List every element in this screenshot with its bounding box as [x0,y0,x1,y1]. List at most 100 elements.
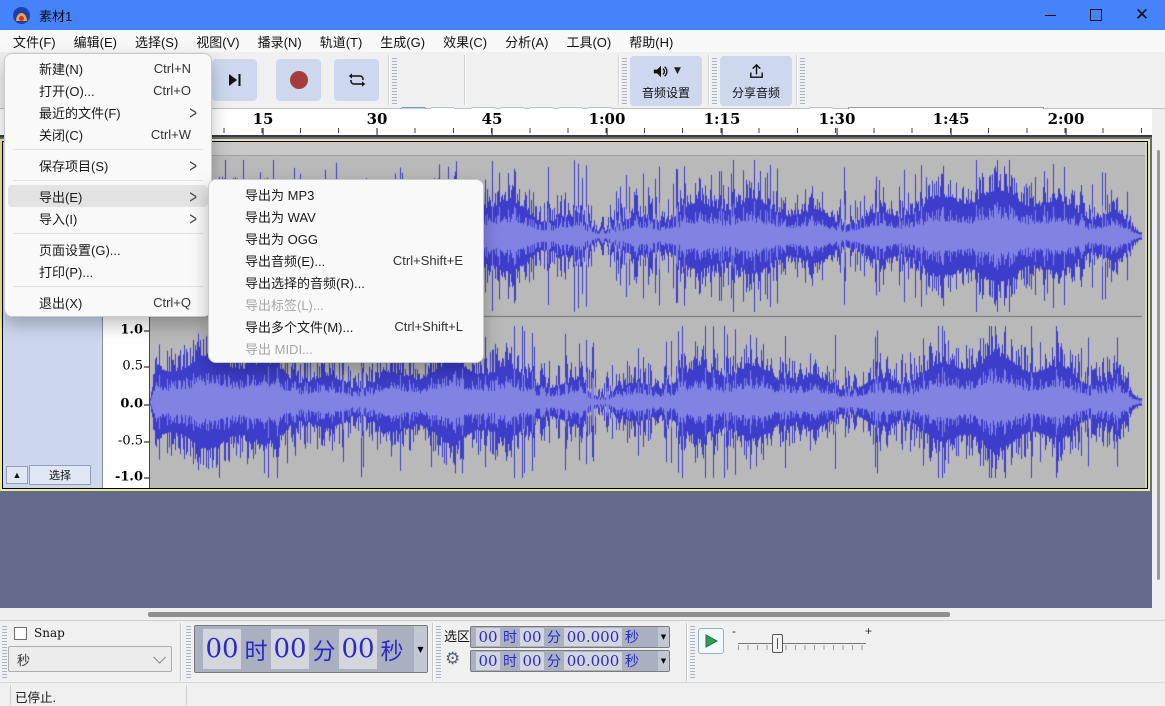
menu-effect[interactable]: 效果(C) [434,30,496,53]
speed-grabber[interactable] [690,626,695,678]
scale-label: 1.0 [120,323,143,338]
sel-end-seconds[interactable]: 00.000 [564,652,622,670]
timeline-tick-label: 1:30 [819,111,856,128]
menu-item-open[interactable]: 打开(O)...Ctrl+O [5,79,211,101]
audio-setup-button[interactable]: ▼ 音频设置 [630,56,702,106]
share-audio-label: 分享音频 [732,84,780,101]
menu-item-print[interactable]: 打印(P)... [5,260,211,282]
menu-item-new[interactable]: 新建(N)Ctrl+N [5,57,211,79]
menu-item-export-multiple[interactable]: 导出多个文件(M)...Ctrl+Shift+L [209,315,483,337]
sel-end-hours-unit: 时 [500,651,520,671]
menu-item-export-audio[interactable]: 导出音频(E)...Ctrl+Shift+E [209,249,483,271]
menu-item-exit[interactable]: 退出(X)Ctrl+Q [5,291,211,313]
menu-item-save-project[interactable]: 保存项目(S)> [5,154,211,176]
menu-bar: 文件(F) 编辑(E) 选择(S) 视图(V) 播录(N) 轨道(T) 生成(G… [0,30,1165,52]
menu-item-export-selected-audio[interactable]: 导出选择的音频(R)... [209,271,483,293]
play-at-speed-button[interactable] [698,628,724,654]
sel-end-minutes[interactable]: 00 [520,652,544,670]
sel-start-hours-unit: 时 [500,627,520,647]
sel-end-seconds-unit: 秒 [622,651,642,671]
play-at-speed-icon [704,634,718,648]
horizontal-scrollbar-thumb[interactable] [148,612,950,617]
menu-separator [13,233,203,234]
submenu-arrow-icon: > [189,155,199,176]
sel-start-hours[interactable]: 00 [476,628,500,646]
toolbar-separator [796,55,797,105]
menu-file[interactable]: 文件(F) [4,30,65,53]
close-button[interactable]: ✕ [1119,0,1165,30]
meter-grabber[interactable] [800,58,805,104]
window-title: 素材1 [39,6,72,25]
loop-icon [346,69,368,91]
clip-header[interactable] [150,142,1145,156]
sel-start-seconds[interactable]: 00.000 [564,628,622,646]
selection-grabber[interactable] [436,626,441,678]
scale-label: 0.0 [120,397,143,412]
share-audio-button[interactable]: 分享音频 [720,56,792,106]
horizontal-scrollbar[interactable] [0,608,1152,620]
selection-start-time[interactable]: 00 时 00 分 00.000 秒 ▼ [470,626,670,648]
menu-analyze[interactable]: 分析(A) [496,30,557,53]
title-bar: 素材1 ✕ [0,0,1165,30]
snap-mode-dropdown[interactable]: 秒 [8,646,172,672]
selection-settings-gear-icon[interactable]: ⚙ [445,649,460,669]
sel-start-minutes[interactable]: 00 [520,628,544,646]
selection-end-time[interactable]: 00 时 00 分 00.000 秒 ▼ [470,650,670,672]
close-icon: ✕ [1135,7,1149,24]
audio-setup-grabber[interactable] [622,58,627,104]
time-grabber[interactable] [186,626,191,678]
time-format-dropdown[interactable]: ▼ [414,626,427,672]
scale-label: -0.5 [118,434,143,449]
status-separator [10,685,11,705]
timeline-tick-label: 1:00 [589,111,626,128]
sel-end-minutes-unit: 分 [544,651,564,671]
bottom-separator [432,623,433,681]
menu-item-page-setup[interactable]: 页面设置(G)... [5,238,211,260]
menu-item-export-ogg[interactable]: 导出为 OGG [209,227,483,249]
file-menu-dropdown: 新建(N)Ctrl+N 打开(O)...Ctrl+O 最近的文件(F)> 关闭(… [4,53,212,317]
menu-tracks[interactable]: 轨道(T) [311,30,372,53]
time-seconds[interactable]: 00 [339,629,377,669]
snap-grabber[interactable] [2,626,7,678]
snap-checkbox[interactable] [14,627,27,640]
menu-transport[interactable]: 播录(N) [249,30,311,53]
vertical-scrollbar[interactable] [1152,109,1165,620]
tools-grabber[interactable] [392,58,397,104]
sel-end-format-dropdown[interactable]: ▼ [658,651,669,671]
time-minutes[interactable]: 00 [271,629,309,669]
menu-item-export[interactable]: 导出(E)> [8,185,208,207]
track-select-button[interactable]: 选择 [29,465,91,485]
loop-button[interactable] [334,59,379,101]
menu-item-export-wav[interactable]: 导出为 WAV [209,205,483,227]
menu-tools[interactable]: 工具(O) [557,30,620,53]
sel-start-format-dropdown[interactable]: ▼ [658,627,669,647]
vertical-scrollbar-thumb[interactable] [1157,150,1160,580]
skip-to-end-button[interactable] [212,59,257,101]
audio-position-time[interactable]: 00 时 00 分 00 秒 ▼ [194,625,428,673]
minimize-button[interactable] [1027,0,1073,30]
menu-help[interactable]: 帮助(H) [620,30,682,53]
toolbar-separator [708,55,709,105]
track-collapse-button[interactable]: ▲ [6,466,28,484]
menu-generate[interactable]: 生成(G) [371,30,434,53]
status-separator [186,685,187,705]
menu-item-export-labels: 导出标签(L)... [209,293,483,315]
menu-item-export-mp3[interactable]: 导出为 MP3 [209,183,483,205]
maximize-button[interactable] [1073,0,1119,30]
record-button[interactable] [276,59,321,101]
time-hours[interactable]: 00 [203,629,241,669]
menu-view[interactable]: 视图(V) [187,30,248,53]
menu-item-import[interactable]: 导入(I)> [5,207,211,229]
bottom-toolbar-area: Snap 秒 00 时 00 分 00 秒 ▼ 选区 ⚙ 00 时 00 分 0… [0,620,1165,682]
share-grabber[interactable] [712,58,717,104]
menu-item-recent-files[interactable]: 最近的文件(F)> [5,101,211,123]
playback-speed-slider[interactable]: - + [732,624,872,658]
menu-separator [13,149,203,150]
speed-slider-thumb[interactable] [772,634,783,653]
menu-edit[interactable]: 编辑(E) [65,30,126,53]
menu-separator [13,180,203,181]
menu-item-close[interactable]: 关闭(C)Ctrl+W [5,123,211,145]
speed-minus-label: - [732,624,736,638]
sel-end-hours[interactable]: 00 [476,652,500,670]
menu-select[interactable]: 选择(S) [126,30,187,53]
